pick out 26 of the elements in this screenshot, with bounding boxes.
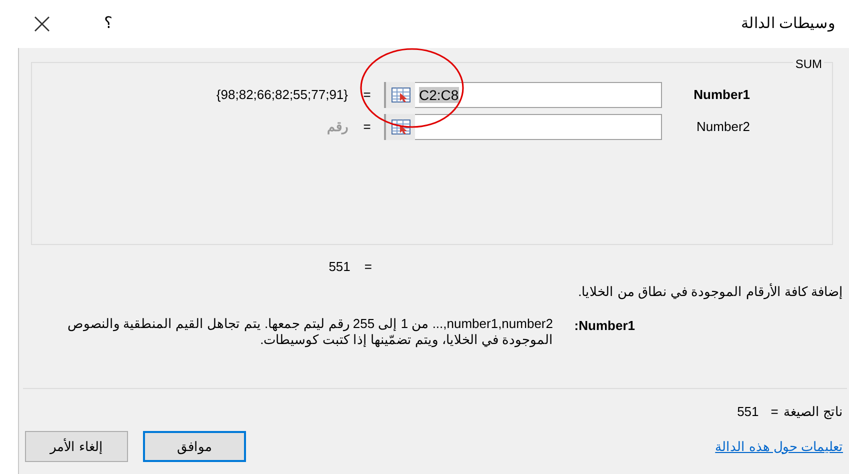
argument-help-name: Number1: <box>574 318 635 332</box>
equals-sign: = <box>364 258 372 276</box>
argument-value: C2:C8 <box>419 86 459 102</box>
close-icon <box>34 16 50 32</box>
formula-result-label: ناتج الصيغة <box>783 402 843 421</box>
argument-help-text: number1,number2,... من 1 إلى 255 رقم ليتم جمعها. يتم تجاهل القيم المنطقية والنصوص الموجودة في الخلايا، ويتم تضمّينها إذا كتبت كوسيطات. <box>66 316 553 348</box>
range-picker-button[interactable] <box>385 82 415 108</box>
argument-field[interactable]: C2:C8 <box>384 82 662 108</box>
help-link[interactable]: تعليمات حول هذه الدالة <box>715 436 843 456</box>
window-title: وسيطات الدالة <box>740 14 835 34</box>
dialog-button[interactable]: موافق <box>143 431 246 462</box>
equals-sign: = <box>362 118 372 136</box>
range-picker-button[interactable] <box>385 114 415 140</box>
dialog-button[interactable]: إلغاء الأمر <box>25 431 128 462</box>
argument-result: {98;82;66;82;55;77;91} <box>216 86 348 104</box>
argument-label: Number1 <box>694 87 750 102</box>
range-picker-icon <box>390 87 410 103</box>
argument-field[interactable] <box>384 114 662 140</box>
function-result: 551 <box>328 258 350 276</box>
argument-label: Number2 <box>696 119 750 134</box>
equals-sign: = <box>362 86 372 104</box>
formula-result-value: 551 <box>737 402 759 420</box>
function-description: إضافة كافة الأرقام الموجودة في نطاق من الخلايا. <box>577 282 844 302</box>
argument-result: رقم <box>327 118 348 136</box>
equals-sign: = <box>770 402 778 420</box>
help-button[interactable]: ؟ <box>104 12 113 36</box>
